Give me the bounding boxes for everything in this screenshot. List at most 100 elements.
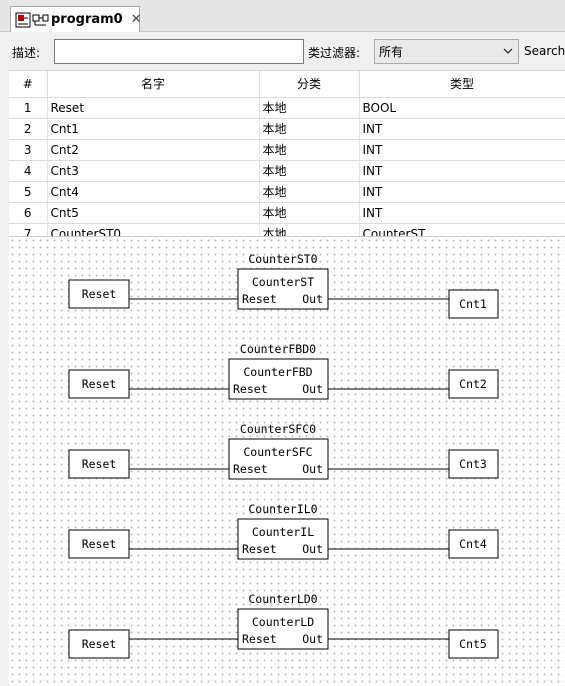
output-variable-label: Cnt4 <box>459 537 487 551</box>
table-row[interactable]: 2 Cnt1 本地 INT <box>9 118 565 140</box>
input-variable-box[interactable]: Reset <box>68 279 130 309</box>
block-input-port[interactable]: Reset <box>242 632 277 646</box>
function-block-counterst[interactable]: CounterST0 CounterST Reset Out <box>129 252 449 310</box>
table-row[interactable]: 5 Cnt4 本地 INT <box>9 181 565 203</box>
tab-program0[interactable]: program0 ✕ <box>10 6 142 32</box>
description-label: 描述: <box>12 46 41 60</box>
category-filter-select[interactable]: 所有 <box>374 39 519 64</box>
row-number: 4 <box>9 160 48 182</box>
chevron-down-icon <box>503 48 513 54</box>
tab-bar: program0 ✕ <box>0 0 565 32</box>
variable-name[interactable]: Cnt1 <box>47 118 260 140</box>
block-input-port[interactable]: Reset <box>242 542 277 556</box>
function-block-counterld[interactable]: CounterLD0 CounterLD Reset Out <box>129 592 449 650</box>
row-number: 3 <box>9 139 48 161</box>
input-variable-box[interactable]: Reset <box>68 369 130 399</box>
row-number: 2 <box>9 118 48 140</box>
variable-class[interactable]: 本地 <box>259 223 360 236</box>
row-number: 6 <box>9 202 48 224</box>
column-header-type[interactable]: 类型 <box>359 71 565 98</box>
variable-name[interactable]: CounterST0 <box>47 223 260 236</box>
output-variable-label: Cnt1 <box>459 297 487 311</box>
column-header-name[interactable]: 名字 <box>47 71 260 98</box>
function-block-counterfbd[interactable]: CounterFBD0 CounterFBD Reset Out <box>129 342 449 400</box>
variable-type[interactable]: INT <box>359 181 565 203</box>
block-output-port[interactable]: Out <box>302 292 323 306</box>
output-variable-label: Cnt5 <box>459 637 487 651</box>
category-filter-label: 类过滤器: <box>308 46 361 60</box>
row-number: 7 <box>9 223 48 236</box>
table-header-row: # 名字 分类 类型 <box>9 71 565 98</box>
block-output-port[interactable]: Out <box>302 632 323 646</box>
input-variable-box[interactable]: Reset <box>68 629 130 659</box>
table-row[interactable]: 6 Cnt5 本地 INT <box>9 202 565 224</box>
search-label: Search: <box>524 44 565 58</box>
fbd-diagram-canvas[interactable]: CounterST0 CounterST Reset Out Reset Cnt… <box>9 236 565 686</box>
variable-type[interactable]: INT <box>359 160 565 182</box>
input-variable-box[interactable]: Reset <box>68 449 130 479</box>
output-variable-box[interactable]: Cnt4 <box>448 529 499 559</box>
block-instance-name: CounterFBD0 <box>240 342 316 356</box>
variable-name[interactable]: Cnt3 <box>47 160 260 182</box>
block-type-name: CounterIL <box>252 525 314 539</box>
input-variable-label: Reset <box>82 457 117 471</box>
variables-table: # 名字 分类 类型 1 Reset 本地 BOOL 2 Cnt1 本地 INT… <box>9 70 565 236</box>
block-input-port[interactable]: Reset <box>233 382 268 396</box>
tab-label: program0 <box>51 12 123 27</box>
variable-name[interactable]: Reset <box>47 97 260 119</box>
variable-class[interactable]: 本地 <box>259 160 360 182</box>
variable-class[interactable]: 本地 <box>259 202 360 224</box>
input-variable-box[interactable]: Reset <box>68 529 130 559</box>
block-type-name: CounterST <box>252 275 314 289</box>
variable-type[interactable]: BOOL <box>359 97 565 119</box>
block-output-port[interactable]: Out <box>302 462 323 476</box>
table-row[interactable]: 3 Cnt2 本地 INT <box>9 139 565 161</box>
description-input[interactable] <box>54 39 304 64</box>
column-header-class[interactable]: 分类 <box>259 71 360 98</box>
row-number: 1 <box>9 97 48 119</box>
function-block-countersfc[interactable]: CounterSFC0 CounterSFC Reset Out <box>129 422 449 480</box>
input-variable-label: Reset <box>82 287 117 301</box>
variable-class[interactable]: 本地 <box>259 139 360 161</box>
variable-type[interactable]: INT <box>359 139 565 161</box>
category-filter-value: 所有 <box>379 45 404 59</box>
table-row[interactable]: 4 Cnt3 本地 INT <box>9 160 565 182</box>
output-variable-box[interactable]: Cnt1 <box>448 289 499 319</box>
row-number: 5 <box>9 181 48 203</box>
output-variable-box[interactable]: Cnt5 <box>448 629 499 659</box>
variable-class[interactable]: 本地 <box>259 97 360 119</box>
variable-name[interactable]: Cnt4 <box>47 181 260 203</box>
block-type-name: CounterSFC <box>243 445 312 459</box>
table-row[interactable]: 1 Reset 本地 BOOL <box>9 97 565 119</box>
block-input-port[interactable]: Reset <box>233 462 268 476</box>
filter-bar: 描述: 类过滤器: 所有 Search: <box>0 33 565 70</box>
block-type-name: CounterLD <box>252 615 314 629</box>
output-variable-label: Cnt2 <box>459 377 487 391</box>
input-variable-label: Reset <box>82 537 117 551</box>
variable-class[interactable]: 本地 <box>259 181 360 203</box>
output-variable-box[interactable]: Cnt3 <box>448 449 499 479</box>
block-instance-name: CounterIL0 <box>248 502 317 516</box>
output-variable-label: Cnt3 <box>459 457 487 471</box>
block-output-port[interactable]: Out <box>302 542 323 556</box>
variable-type[interactable]: INT <box>359 202 565 224</box>
block-instance-name: CounterST0 <box>248 252 317 266</box>
function-block-counteril[interactable]: CounterIL0 CounterIL Reset Out <box>129 502 449 560</box>
table-row[interactable]: 7 CounterST0 本地 CounterST <box>9 223 565 236</box>
block-type-name: CounterFBD <box>243 365 312 379</box>
output-variable-box[interactable]: Cnt2 <box>448 369 499 399</box>
input-variable-label: Reset <box>82 637 117 651</box>
close-icon[interactable]: ✕ <box>131 12 142 27</box>
fbd-program-icon <box>15 12 49 28</box>
variable-name[interactable]: Cnt2 <box>47 139 260 161</box>
variable-class[interactable]: 本地 <box>259 118 360 140</box>
block-instance-name: CounterLD0 <box>248 592 317 606</box>
column-header-number[interactable]: # <box>9 71 48 98</box>
block-output-port[interactable]: Out <box>302 382 323 396</box>
block-instance-name: CounterSFC0 <box>240 422 316 436</box>
variable-type[interactable]: CounterST <box>359 223 565 236</box>
variable-type[interactable]: INT <box>359 118 565 140</box>
block-input-port[interactable]: Reset <box>242 292 277 306</box>
variable-name[interactable]: Cnt5 <box>47 202 260 224</box>
input-variable-label: Reset <box>82 377 117 391</box>
